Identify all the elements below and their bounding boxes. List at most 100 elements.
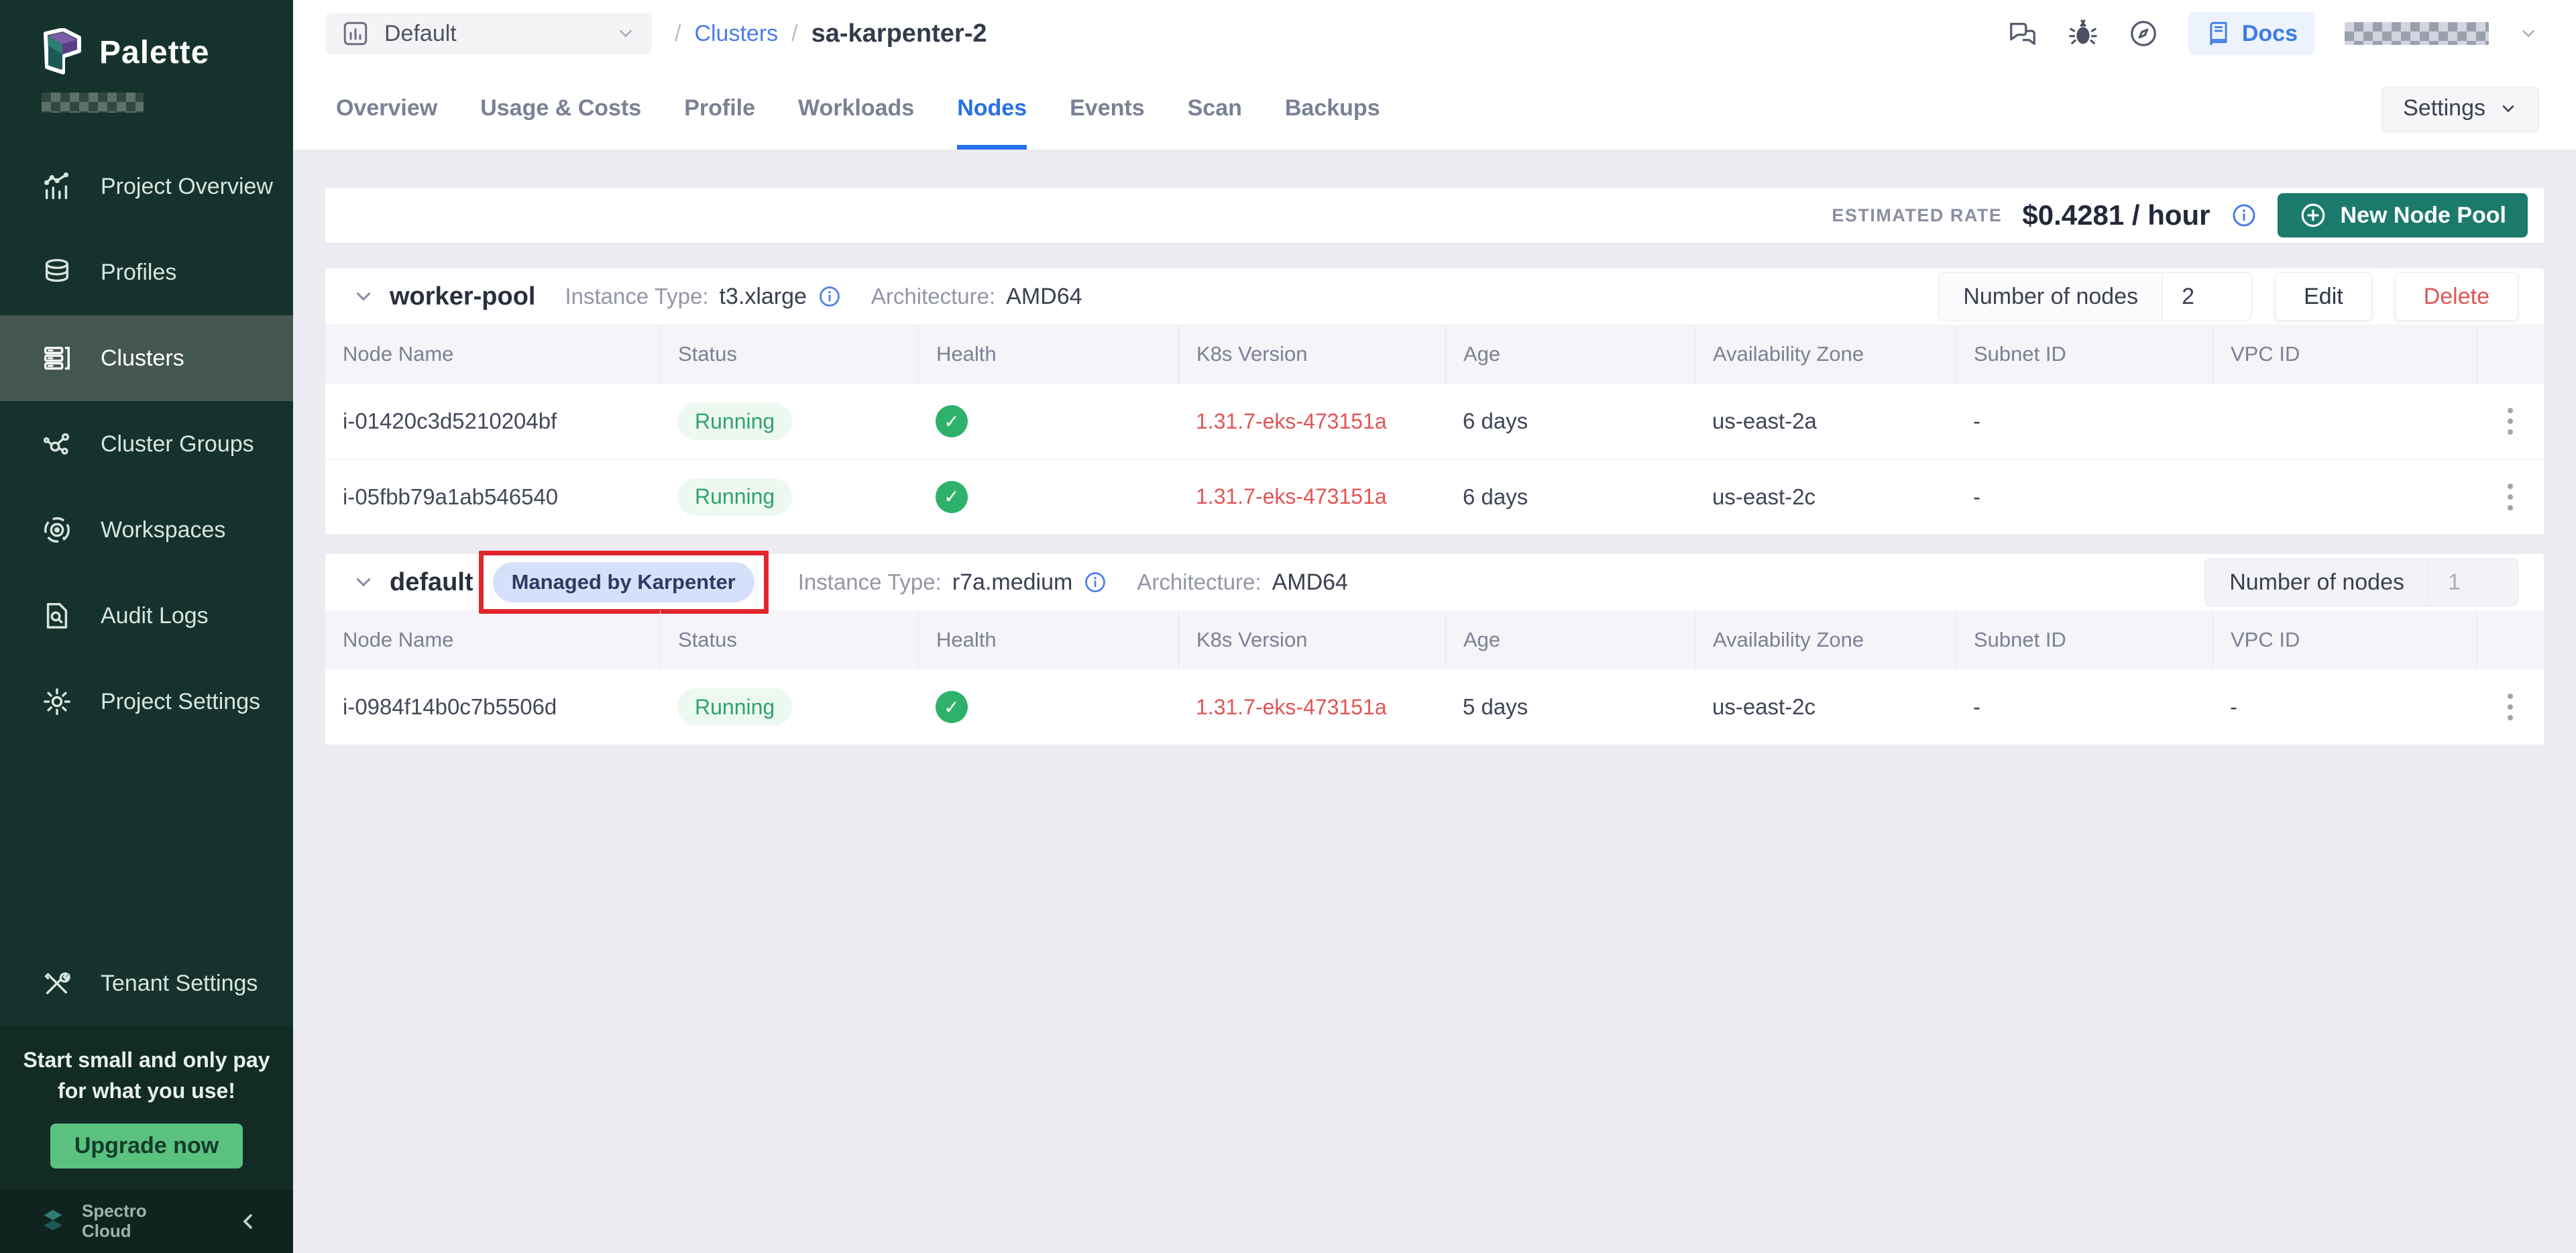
number-of-nodes-input[interactable]: 2 <box>2162 273 2251 320</box>
network-icon <box>42 429 72 459</box>
tab-scan[interactable]: Scan <box>1188 67 1242 150</box>
tab-events[interactable]: Events <box>1070 67 1145 150</box>
info-icon[interactable] <box>818 284 842 309</box>
node-age: 5 days <box>1445 694 1695 720</box>
brand-name: Palette <box>99 34 209 71</box>
sidebar-footer: Spectro Cloud <box>0 1189 293 1253</box>
node-table-header: Node Name Status Health K8s Version Age … <box>325 325 2544 384</box>
upgrade-now-button[interactable]: Upgrade now <box>50 1124 243 1168</box>
node-age: 6 days <box>1445 484 1695 510</box>
book-icon <box>2206 21 2231 46</box>
tools-icon <box>42 968 72 999</box>
tab-backups[interactable]: Backups <box>1285 67 1380 150</box>
plus-circle-icon <box>2299 201 2327 229</box>
tab-nodes[interactable]: Nodes <box>957 67 1027 150</box>
row-menu-kebab-icon[interactable] <box>2501 477 2520 517</box>
status-badge: Running <box>677 402 792 440</box>
sidebar-item-label: Clusters <box>101 345 184 372</box>
k8s-version: 1.31.7-eks-473151a <box>1178 695 1445 720</box>
sidebar-item-cluster-groups[interactable]: Cluster Groups <box>0 401 293 487</box>
sidebar-nav: Project Overview Profiles <box>0 144 293 745</box>
pool-name: worker-pool <box>390 282 535 311</box>
gear-icon <box>42 686 72 717</box>
sidebar-item-tenant-settings[interactable]: Tenant Settings <box>0 940 293 1026</box>
row-menu-kebab-icon[interactable] <box>2501 687 2520 727</box>
table-row: i-05fbb79a1ab546540 Running ✓ 1.31.7-eks… <box>325 459 2544 534</box>
bar-chart-icon <box>341 19 370 48</box>
upgrade-promo: Start small and only pay for what you us… <box>0 1026 293 1189</box>
collapse-pool-icon[interactable] <box>352 571 375 594</box>
k8s-version: 1.31.7-eks-473151a <box>1178 484 1445 509</box>
collapse-sidebar-icon[interactable] <box>237 1209 261 1234</box>
help-compass-icon[interactable] <box>2128 18 2159 49</box>
sidebar-item-label: Workspaces <box>101 517 225 543</box>
info-icon[interactable] <box>1083 570 1107 594</box>
audit-log-icon <box>42 600 72 631</box>
sidebar-item-clusters[interactable]: Clusters <box>0 315 293 401</box>
availability-zone: us-east-2a <box>1695 408 1956 434</box>
node-table-header: Node Name Status Health K8s Version Age … <box>325 610 2544 669</box>
project-selector-value: Default <box>384 21 457 47</box>
estimated-rate-value: $0.4281 / hour <box>2022 199 2210 231</box>
topbar-actions: Docs <box>2007 12 2538 55</box>
status-badge: Running <box>677 688 792 726</box>
sidebar-item-project-settings[interactable]: Project Settings <box>0 659 293 745</box>
sidebar-bottom: Tenant Settings Start small and only pay… <box>0 940 293 1253</box>
settings-button[interactable]: Settings <box>2382 87 2538 131</box>
number-of-nodes-control: Number of nodes 2 <box>1938 272 2252 321</box>
edit-pool-button[interactable]: Edit <box>2275 272 2372 321</box>
health-check-icon: ✓ <box>936 405 968 437</box>
row-menu-kebab-icon[interactable] <box>2501 401 2520 441</box>
number-of-nodes-control: Number of nodes 1 <box>2204 558 2518 606</box>
chat-icon[interactable] <box>2007 18 2038 49</box>
tab-profile[interactable]: Profile <box>684 67 755 150</box>
node-name: i-01420c3d5210204bf <box>325 408 660 434</box>
docs-button[interactable]: Docs <box>2188 12 2315 55</box>
sidebar: Palette Project Overview <box>0 0 293 1253</box>
node-name: i-0984f14b0c7b5506d <box>325 694 660 720</box>
instance-type-meta: Instance Type: t3.xlarge <box>565 284 841 310</box>
availability-zone: us-east-2c <box>1695 694 1956 720</box>
chevron-down-icon <box>616 23 636 44</box>
spectro-cloud-logo-icon <box>38 1206 68 1237</box>
project-selector-dropdown[interactable]: Default <box>325 13 652 54</box>
cluster-tabs: Overview Usage & Costs Profile Workloads… <box>293 67 2576 150</box>
table-row: i-01420c3d5210204bf Running ✓ 1.31.7-eks… <box>325 384 2544 459</box>
sidebar-item-label: Profiles <box>101 260 176 286</box>
sidebar-item-profiles[interactable]: Profiles <box>0 229 293 315</box>
sidebar-item-label: Tenant Settings <box>101 971 258 997</box>
availability-zone: us-east-2c <box>1695 484 1956 510</box>
health-check-icon: ✓ <box>936 481 968 513</box>
redacted-username <box>2345 22 2489 45</box>
new-node-pool-button[interactable]: New Node Pool <box>2278 193 2528 237</box>
managed-by-karpenter-badge: Managed by Karpenter <box>493 562 754 602</box>
sidebar-item-label: Cluster Groups <box>101 431 254 457</box>
pool-header: worker-pool Instance Type: t3.xlarge Arc… <box>325 268 2544 325</box>
subnet-id: - <box>1956 694 2213 720</box>
tab-overview[interactable]: Overview <box>336 67 437 150</box>
tab-usage-costs[interactable]: Usage & Costs <box>480 67 641 150</box>
info-icon[interactable] <box>2231 202 2257 229</box>
collapse-pool-icon[interactable] <box>352 285 375 308</box>
main-area: Default / Clusters / sa-karpenter-2 <box>293 0 2576 1253</box>
breadcrumb-clusters-link[interactable]: Clusters <box>694 21 778 47</box>
pool-controls: Number of nodes 2 Edit Delete <box>1938 272 2518 321</box>
delete-pool-button[interactable]: Delete <box>2395 272 2518 321</box>
tab-workloads[interactable]: Workloads <box>798 67 914 150</box>
estimated-rate-label: ESTIMATED RATE <box>1832 205 2002 226</box>
bug-icon[interactable] <box>2068 18 2098 49</box>
sidebar-item-project-overview[interactable]: Project Overview <box>0 144 293 229</box>
node-pool-worker-pool: worker-pool Instance Type: t3.xlarge Arc… <box>325 268 2544 534</box>
sidebar-item-workspaces[interactable]: Workspaces <box>0 487 293 573</box>
user-menu-chevron-icon[interactable] <box>2518 23 2538 44</box>
palette-logo: Palette <box>0 0 293 76</box>
sidebar-item-audit-logs[interactable]: Audit Logs <box>0 573 293 659</box>
rate-toolbar: ESTIMATED RATE $0.4281 / hour New Node P… <box>325 188 2544 243</box>
topbar: Default / Clusters / sa-karpenter-2 <box>293 0 2576 67</box>
sidebar-item-label: Project Overview <box>101 174 273 200</box>
sidebar-item-label: Audit Logs <box>101 603 209 629</box>
table-row: i-0984f14b0c7b5506d Running ✓ 1.31.7-eks… <box>325 669 2544 745</box>
red-annotation-rectangle: Managed by Karpenter <box>479 551 769 614</box>
architecture-meta: Architecture: AMD64 <box>1137 569 1348 596</box>
node-pool-default: default Managed by Karpenter Instance Ty… <box>325 554 2544 745</box>
